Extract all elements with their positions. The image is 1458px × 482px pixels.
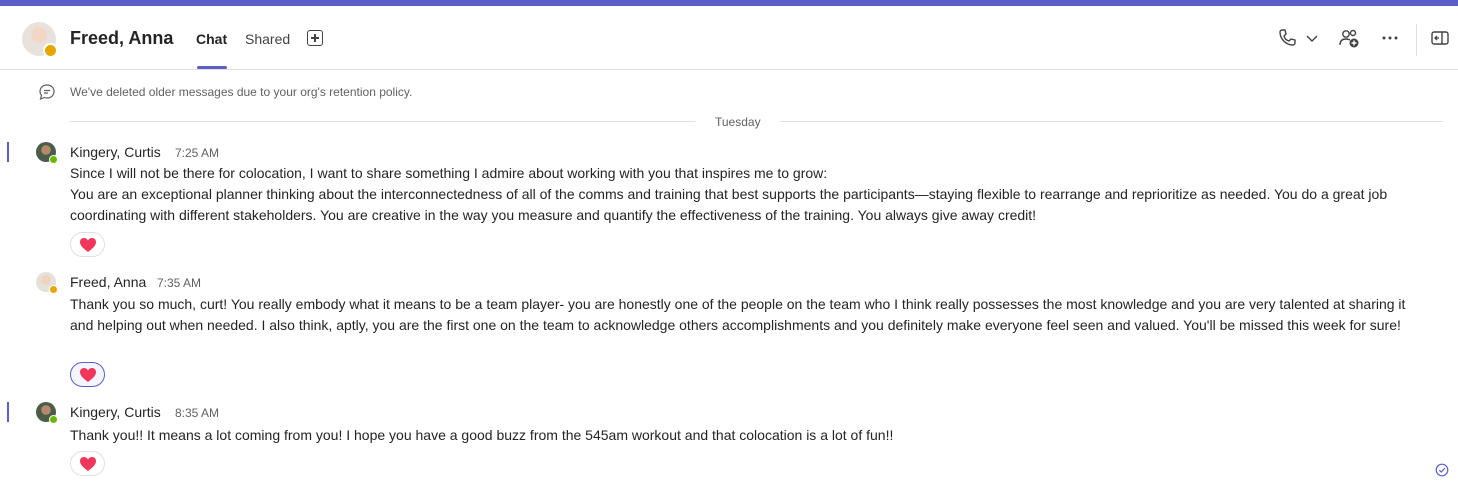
chat-header: Freed, Anna Chat Shared [0, 6, 1458, 70]
message-line: Since I will not be there for colocation… [70, 165, 828, 181]
header-divider [1416, 24, 1417, 56]
away-status-icon [43, 43, 58, 58]
heart-reaction[interactable] [70, 451, 105, 476]
add-tab-icon[interactable] [307, 30, 323, 46]
message-sender: Kingery, Curtis [70, 404, 161, 420]
online-status-icon [49, 415, 58, 424]
day-divider: Tuesday [715, 115, 761, 129]
heart-icon [80, 457, 96, 471]
away-status-icon [49, 285, 58, 294]
heart-reaction[interactable] [70, 232, 105, 257]
unread-indicator [7, 402, 9, 422]
day-divider-line-left [70, 121, 695, 122]
message-line: You are an exceptional planner thinking … [70, 186, 1388, 223]
retention-notice: We've deleted older messages due to your… [70, 85, 413, 99]
unread-indicator [7, 142, 9, 162]
read-receipt-icon [1435, 463, 1449, 482]
message-body: Thank you!! It means a lot coming from y… [70, 425, 1410, 446]
contact-name: Freed, Anna [70, 28, 174, 48]
chevron-down-icon[interactable] [1300, 26, 1324, 50]
message-sender: Freed, Anna [70, 274, 147, 290]
heart-reaction[interactable] [70, 362, 105, 387]
message-time: 7:35 AM [157, 276, 202, 290]
popout-icon[interactable] [1428, 26, 1452, 50]
message-body: Since I will not be there for colocation… [70, 163, 1410, 226]
add-people-icon[interactable] [1337, 26, 1361, 50]
avatar[interactable] [36, 402, 58, 424]
heart-icon [80, 368, 96, 382]
avatar[interactable] [22, 22, 58, 58]
heart-icon [80, 238, 96, 252]
day-divider-line-right [780, 121, 1443, 122]
online-status-icon [49, 155, 58, 164]
message-body: Thank you so much, curt! You really embo… [70, 294, 1410, 336]
message-time: 7:25 AM [175, 146, 220, 160]
avatar[interactable] [36, 142, 58, 164]
tab-shared[interactable]: Shared [245, 31, 290, 47]
chat-bubble-icon [38, 83, 56, 106]
message-time: 8:35 AM [175, 406, 220, 420]
message-sender: Kingery, Curtis [70, 144, 161, 160]
message-line: Thank you so much, curt! You really embo… [70, 296, 1406, 333]
phone-icon[interactable] [1275, 26, 1299, 50]
message-line: Thank you!! It means a lot coming from y… [70, 427, 894, 443]
avatar[interactable] [36, 272, 58, 294]
active-tab-indicator [197, 66, 227, 69]
more-icon[interactable] [1378, 26, 1402, 50]
tab-chat[interactable]: Chat [196, 31, 227, 47]
